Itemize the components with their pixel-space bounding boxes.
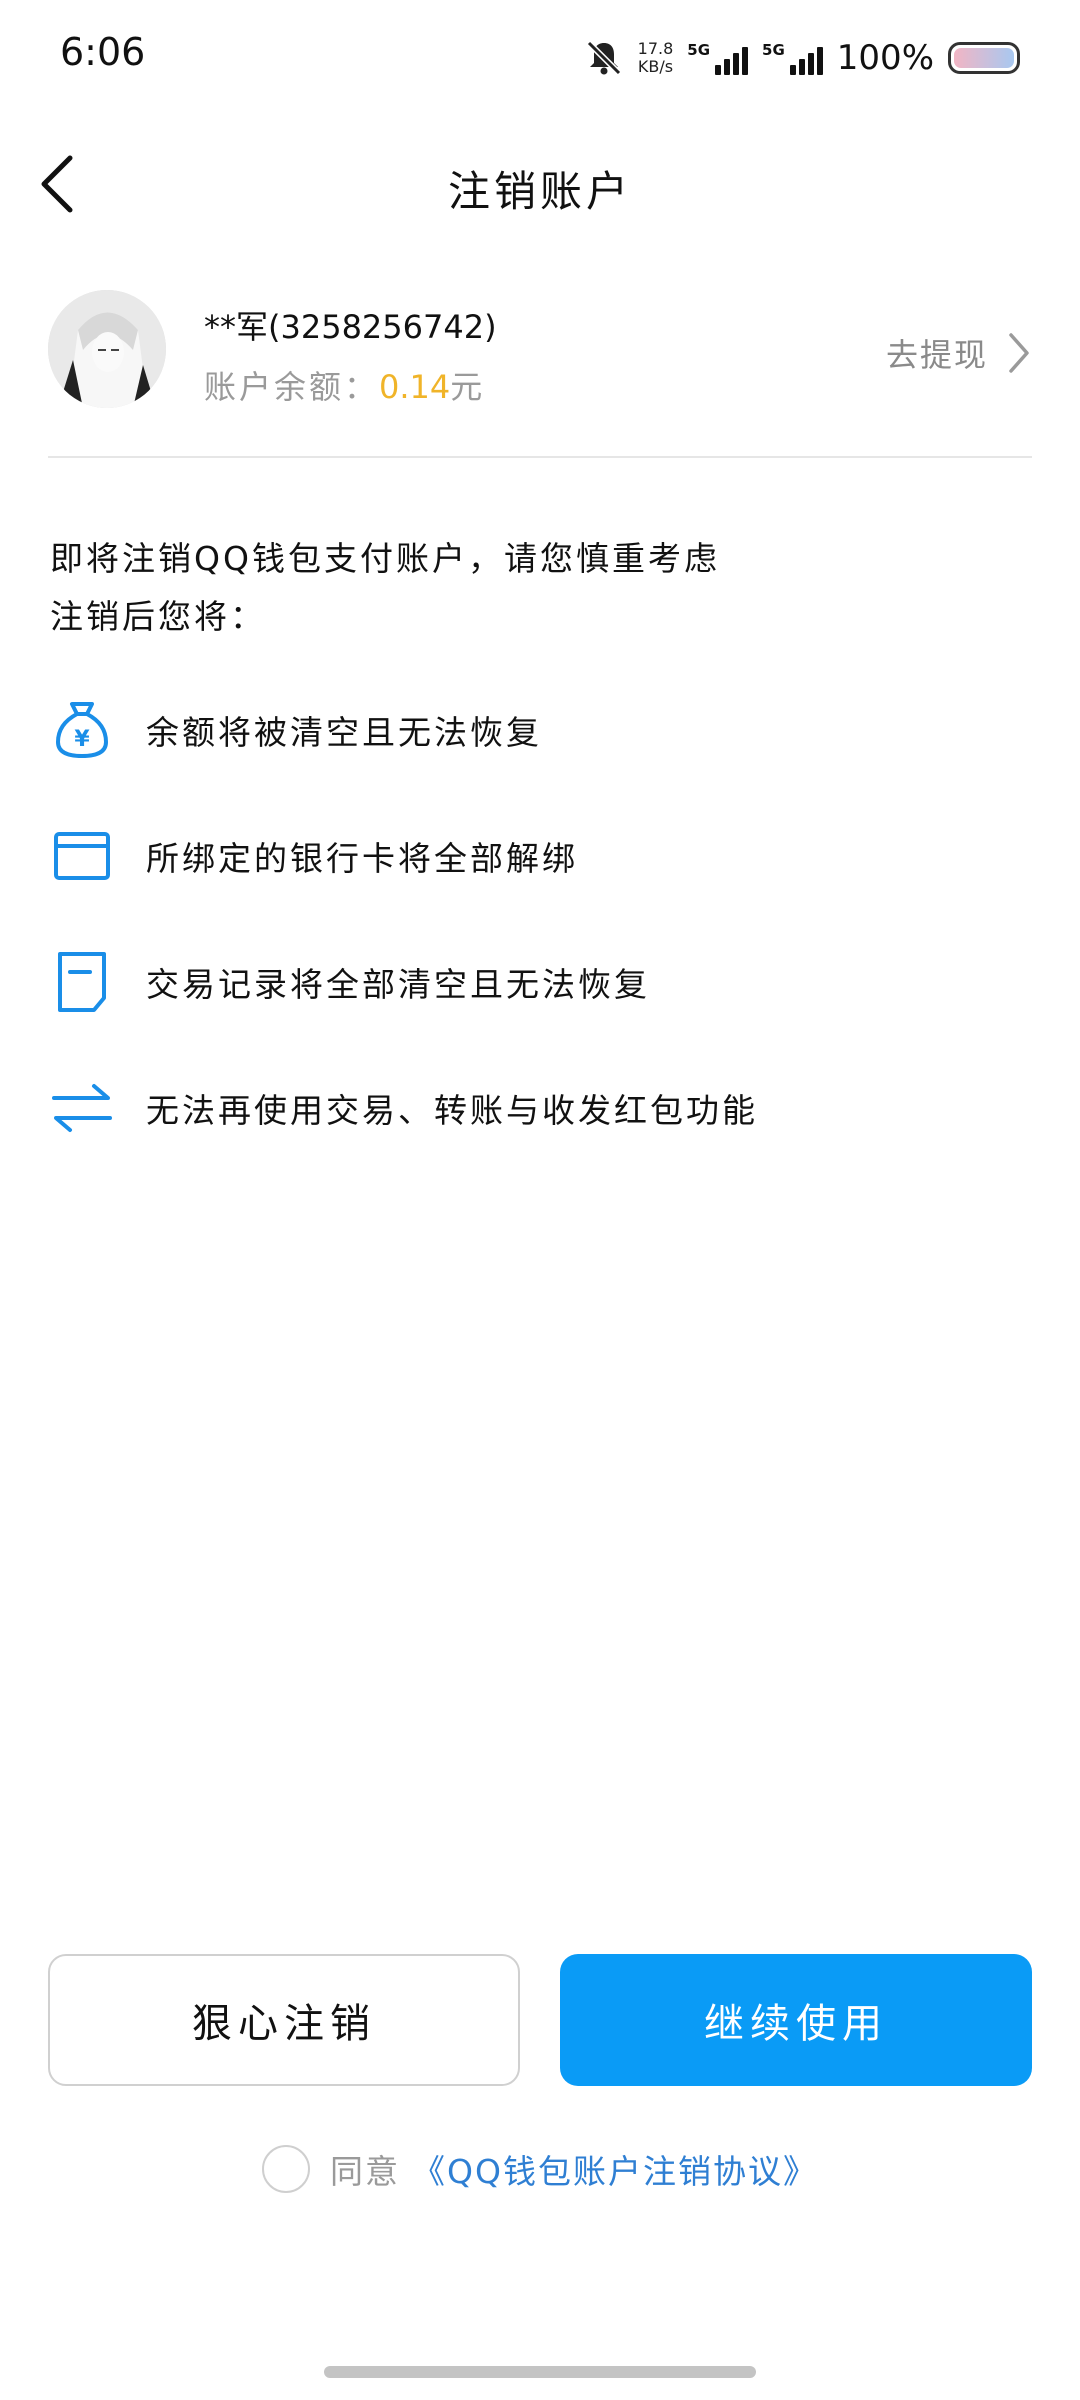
list-item: 无法再使用交易、转账与收发红包功能 — [50, 1068, 758, 1148]
agreement-row: 同意 《QQ钱包账户注销协议》 — [0, 2145, 1080, 2193]
divider — [48, 456, 1032, 458]
withdraw-link[interactable]: 去提现 — [886, 330, 1032, 376]
warning-item-text: 交易记录将全部清空且无法恢复 — [146, 965, 650, 1004]
account-card: **军(3258256742) 账户余额：0.14元 去提现 — [48, 290, 1032, 420]
sim1-label: 5G — [687, 41, 711, 59]
agree-label: 同意 — [330, 2152, 401, 2191]
net-speed-unit: KB/s — [637, 57, 674, 76]
status-time: 6:06 — [60, 30, 146, 74]
status-bar: 6:06 17.8 KB/s 5G 5G 100% — [0, 0, 1080, 110]
balance-label: 账户余额： — [204, 368, 380, 406]
bell-off-icon — [586, 40, 621, 76]
sim2-label: 5G — [762, 41, 785, 59]
battery-percent: 100% — [836, 38, 934, 78]
svg-text:¥: ¥ — [74, 727, 90, 752]
status-indicators: 17.8 KB/s 5G 5G 100% — [584, 30, 1020, 86]
header: 注销账户 — [0, 130, 1080, 240]
account-name: **军(3258256742) — [204, 308, 497, 346]
avatar — [48, 290, 166, 408]
warning-item-text: 余额将被清空且无法恢复 — [146, 713, 542, 752]
bank-card-icon — [50, 824, 114, 888]
warning-text: 即将注销QQ钱包支付账户，请您慎重考虑 注销后您将： — [50, 530, 720, 646]
battery-icon — [948, 42, 1020, 74]
chevron-right-icon — [1009, 333, 1029, 373]
signal-icon-2: 5G — [762, 41, 823, 75]
transfer-arrows-icon — [50, 1076, 114, 1140]
agree-radio[interactable] — [262, 2145, 311, 2193]
warning-item-text: 所绑定的银行卡将全部解绑 — [146, 839, 578, 878]
list-item: ¥ 余额将被清空且无法恢复 — [50, 690, 542, 770]
warning-item-text: 无法再使用交易、转账与收发红包功能 — [146, 1091, 758, 1130]
signal-icon: 5G — [687, 41, 749, 75]
page: 6:06 17.8 KB/s 5G 5G 100% 注销账户 **军(32582… — [0, 0, 1080, 2400]
warning-line-2: 注销后您将： — [50, 597, 266, 636]
deactivate-button[interactable]: 狠心注销 — [48, 1954, 520, 2086]
page-title: 注销账户 — [447, 167, 632, 216]
net-speed: 17.8 KB/s — [638, 40, 674, 76]
balance-line: 账户余额：0.14元 — [204, 362, 485, 408]
agreement-link[interactable]: 《QQ钱包账户注销协议》 — [412, 2145, 818, 2193]
balance-unit: 元 — [450, 368, 486, 406]
balance-amount: 0.14 — [379, 368, 451, 406]
list-item: 所绑定的银行卡将全部解绑 — [50, 816, 578, 896]
continue-button[interactable]: 继续使用 — [560, 1954, 1032, 2086]
document-icon — [50, 950, 114, 1014]
withdraw-label: 去提现 — [885, 336, 988, 374]
money-bag-icon: ¥ — [50, 698, 114, 762]
home-indicator[interactable] — [324, 2366, 756, 2378]
warning-line-1: 即将注销QQ钱包支付账户，请您慎重考虑 — [50, 539, 720, 578]
net-speed-value: 17.8 — [637, 39, 674, 58]
list-item: 交易记录将全部清空且无法恢复 — [50, 942, 650, 1022]
